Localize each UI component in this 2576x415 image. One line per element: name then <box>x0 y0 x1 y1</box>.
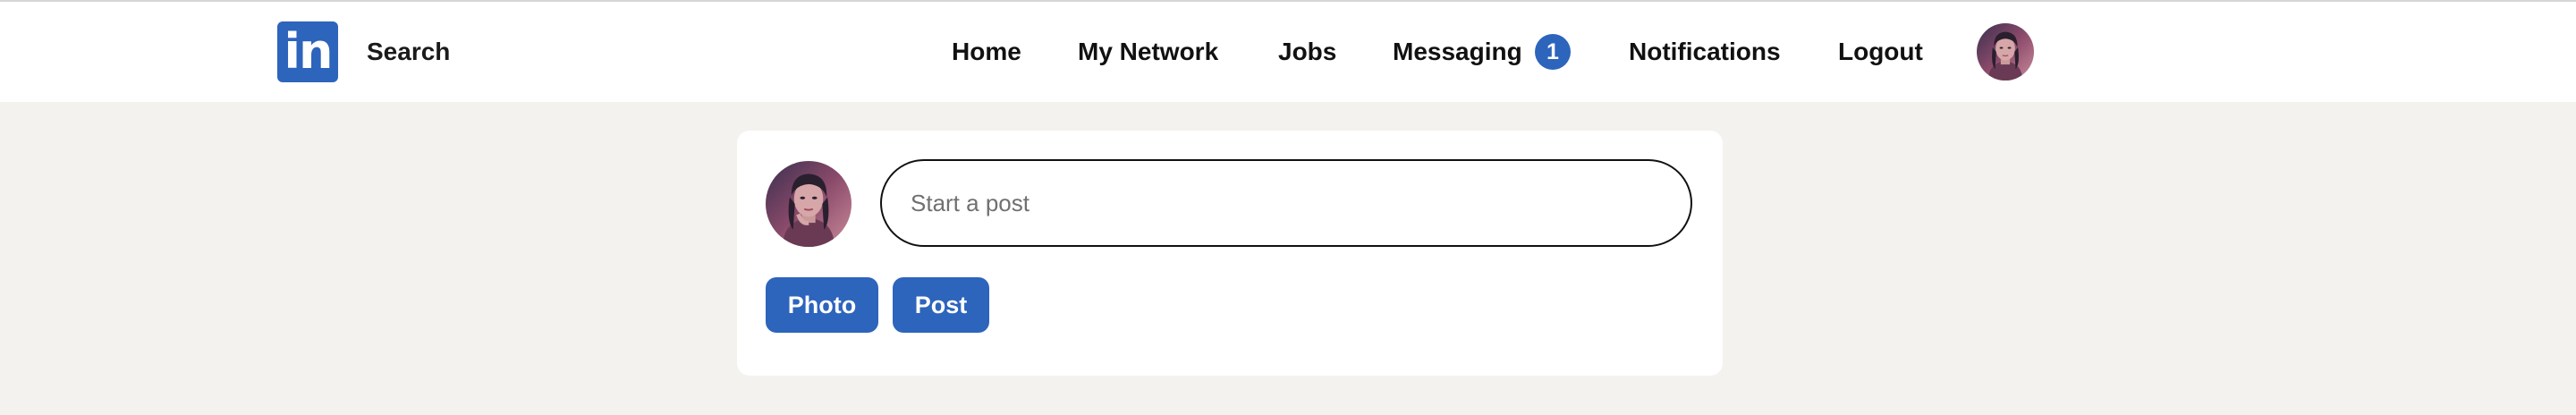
photo-button[interactable]: Photo <box>766 277 878 333</box>
nav-messaging[interactable]: Messaging <box>1393 21 1522 82</box>
post-button[interactable]: Post <box>893 277 989 333</box>
nav-my-network[interactable]: My Network <box>1078 21 1218 82</box>
nav-notifications[interactable]: Notifications <box>1629 21 1781 82</box>
linkedin-logo-icon[interactable]: in <box>277 21 338 82</box>
profile-avatar-icon[interactable] <box>1977 23 2034 80</box>
nav-logout[interactable]: Logout <box>1838 21 1923 82</box>
post-composer-card: Photo Post <box>737 131 1723 376</box>
top-navbar: in Search Home My Network Jobs Messaging… <box>0 2 2576 102</box>
nav-jobs[interactable]: Jobs <box>1278 21 1336 82</box>
composer-avatar-icon <box>766 161 852 247</box>
messaging-badge: 1 <box>1535 34 1571 70</box>
start-post-input[interactable] <box>880 159 1692 247</box>
nav-home[interactable]: Home <box>952 21 1021 82</box>
search-link[interactable]: Search <box>367 21 450 82</box>
